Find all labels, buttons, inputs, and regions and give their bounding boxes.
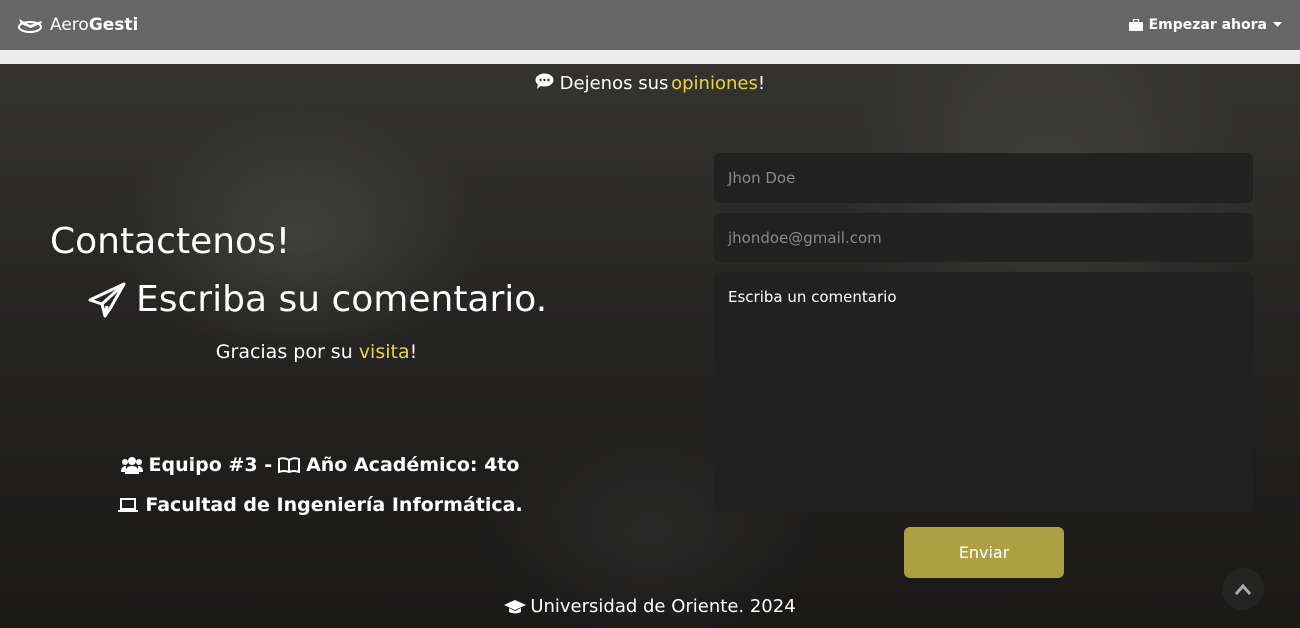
briefcase-icon bbox=[1128, 19, 1143, 31]
paper-plane-icon bbox=[88, 282, 126, 318]
thanks-message: Gracias por su visita! bbox=[0, 341, 633, 363]
contact-section: Dejenos sus opiniones! Contactenos! Escr… bbox=[0, 64, 1300, 628]
team-text: Equipo #3 - bbox=[148, 454, 273, 476]
comment-textarea[interactable]: Escriba un comentario bbox=[714, 272, 1253, 512]
comment-subtitle: Escriba su comentario. bbox=[88, 279, 547, 320]
name-input[interactable]: Jhon Doe bbox=[714, 153, 1253, 203]
subtitle-text: Escriba su comentario. bbox=[136, 279, 548, 320]
start-now-label: Empezar ahora bbox=[1148, 17, 1267, 33]
opinions-suffix: ! bbox=[757, 73, 766, 94]
faculty-text: Facultad de Ingeniería Informática. bbox=[145, 494, 523, 516]
academic-year-text: Año Académico: 4to bbox=[306, 454, 520, 476]
submit-button[interactable]: Enviar bbox=[904, 527, 1064, 578]
navbar: Aero Gesti Empezar ahora bbox=[0, 0, 1300, 50]
caret-down-icon bbox=[1273, 22, 1282, 28]
faculty-info: Facultad de Ingeniería Informática. bbox=[0, 494, 640, 516]
brand-name-part1: Aero bbox=[50, 15, 89, 35]
email-input[interactable]: jhondoe@gmail.com bbox=[714, 213, 1253, 262]
laptop-icon bbox=[117, 497, 139, 513]
thanks-suffix: ! bbox=[409, 341, 418, 363]
opinions-banner: Dejenos sus opiniones! bbox=[0, 73, 1300, 94]
brand-logo[interactable]: Aero Gesti bbox=[16, 15, 138, 35]
navbar-divider bbox=[0, 50, 1300, 64]
opinions-text: Dejenos sus bbox=[559, 73, 669, 94]
users-icon bbox=[120, 456, 143, 474]
team-info: Equipo #3 - Año Académico: 4to bbox=[0, 454, 640, 476]
scroll-to-top-button[interactable] bbox=[1222, 568, 1264, 610]
thanks-highlight: visita bbox=[358, 341, 410, 363]
book-icon bbox=[278, 457, 301, 473]
page-title: Contactenos! bbox=[50, 221, 291, 262]
footer: Universidad de Oriente. 2024 bbox=[0, 596, 1300, 617]
chevron-up-icon bbox=[1235, 583, 1251, 595]
brand-name-part2: Gesti bbox=[88, 15, 139, 35]
airplane-icon bbox=[16, 15, 44, 35]
opinions-highlight: opiniones bbox=[671, 73, 758, 94]
thanks-text: Gracias por su bbox=[215, 341, 353, 363]
start-now-dropdown[interactable]: Empezar ahora bbox=[1128, 17, 1282, 33]
comment-icon bbox=[535, 73, 554, 89]
footer-text: Universidad de Oriente. 2024 bbox=[530, 596, 796, 617]
graduation-cap-icon bbox=[504, 599, 527, 615]
